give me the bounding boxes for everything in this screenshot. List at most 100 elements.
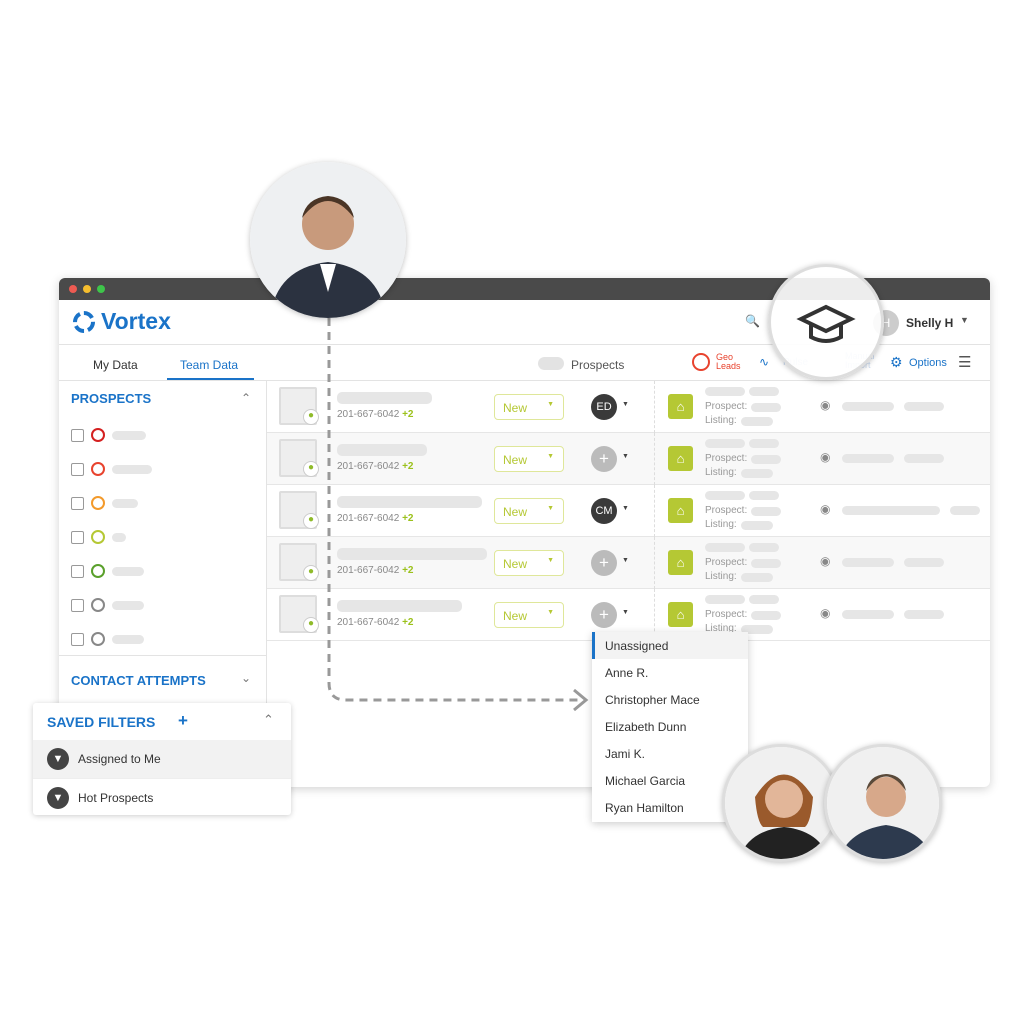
placeholder xyxy=(741,521,773,530)
placeholder xyxy=(741,417,773,426)
label-placeholder xyxy=(112,601,144,610)
saved-filter-label: Hot Prospects xyxy=(78,791,154,805)
training-magnifier[interactable] xyxy=(768,264,884,380)
category-icon xyxy=(91,428,105,442)
graduation-cap-icon xyxy=(796,304,856,343)
placeholder xyxy=(751,559,781,568)
placeholder xyxy=(705,491,745,500)
divider xyxy=(59,655,267,656)
contact-attempts-section-title[interactable]: CONTACT ATTEMPTS xyxy=(71,673,206,688)
placeholder xyxy=(741,469,773,478)
chevron-down-icon[interactable]: ▼ xyxy=(622,453,629,460)
checkbox[interactable] xyxy=(71,565,84,578)
selected-indicator xyxy=(592,632,595,659)
label-placeholder xyxy=(112,431,146,440)
assign-menu-item[interactable]: Unassigned xyxy=(592,632,748,659)
person-icon: ● xyxy=(303,565,319,581)
chevron-up-icon[interactable]: ⌃ xyxy=(241,391,251,405)
category-icon xyxy=(91,462,105,476)
add-filter-button[interactable]: + xyxy=(178,711,188,731)
chevron-down-icon[interactable]: ▼ xyxy=(622,609,629,616)
prospect-filter-item[interactable] xyxy=(71,597,261,615)
home-icon[interactable]: ⌂ xyxy=(668,394,693,419)
chevron-up-icon[interactable]: ⌃ xyxy=(263,712,274,728)
person-icon: ● xyxy=(303,409,319,425)
maximize-dot[interactable] xyxy=(97,285,105,293)
placeholder xyxy=(751,507,781,516)
chevron-down-icon[interactable]: ▼ xyxy=(622,401,629,408)
vortex-logo-icon xyxy=(73,310,95,333)
prospect-filter-item[interactable] xyxy=(71,563,261,581)
person-icon xyxy=(250,162,406,318)
chevron-down-icon[interactable]: ⌄ xyxy=(241,671,251,685)
filter-icon: ▼ xyxy=(47,748,69,770)
address-placeholder xyxy=(904,558,944,567)
chevron-down-icon[interactable]: ▼ xyxy=(622,557,629,564)
label-placeholder xyxy=(112,499,138,508)
filter-icon: ▼ xyxy=(47,787,69,809)
placeholder xyxy=(749,491,779,500)
checkbox[interactable] xyxy=(71,633,84,646)
checkbox[interactable] xyxy=(71,599,84,612)
close-dot[interactable] xyxy=(69,285,77,293)
prospect-label: Prospect: xyxy=(705,401,748,412)
placeholder xyxy=(705,439,745,448)
prospect-filter-item[interactable] xyxy=(71,529,261,547)
saved-filter-item[interactable]: ▼ Assigned to Me xyxy=(33,740,291,778)
label-placeholder xyxy=(112,567,144,576)
placeholder xyxy=(751,455,781,464)
location-pin-icon: ◉ xyxy=(820,554,831,568)
saved-filters-panel: SAVED FILTERS + ⌃ ▼ Assigned to Me ▼ Hot… xyxy=(33,703,291,815)
logo: Vortex xyxy=(71,308,171,335)
tab-my-data[interactable]: My Data xyxy=(93,358,138,372)
column-list-icon[interactable]: ☰ xyxy=(958,353,971,371)
tab-team-data[interactable]: Team Data xyxy=(180,358,238,372)
placeholder xyxy=(749,543,779,552)
checkbox[interactable] xyxy=(71,531,84,544)
agent-photo-woman xyxy=(722,744,840,862)
divider xyxy=(654,381,655,433)
label-placeholder xyxy=(112,635,144,644)
assign-menu-item[interactable]: Anne R. xyxy=(592,659,748,686)
options-button[interactable]: Options xyxy=(909,357,947,369)
saved-filter-item[interactable]: ▼ Hot Prospects xyxy=(33,778,291,816)
assign-menu-item[interactable]: Christopher Mace xyxy=(592,686,748,713)
chevron-down-icon[interactable]: ▼ xyxy=(960,315,969,325)
pulse-icon[interactable]: ∿ xyxy=(759,355,769,369)
prospect-filter-item[interactable] xyxy=(71,461,261,479)
home-icon[interactable]: ⌂ xyxy=(668,446,693,471)
address-placeholder xyxy=(842,454,894,463)
search-icon[interactable]: 🔍 xyxy=(745,314,760,328)
geo-leads-button[interactable]: Geo Leads xyxy=(716,353,750,371)
assign-menu-item[interactable]: Jami K. xyxy=(592,740,748,767)
checkbox[interactable] xyxy=(71,463,84,476)
placeholder xyxy=(751,611,781,620)
dashed-connector xyxy=(327,318,589,712)
person-icon: ● xyxy=(303,461,319,477)
geo-leads-icon[interactable] xyxy=(692,353,710,371)
prospect-filter-item[interactable] xyxy=(71,427,261,445)
home-icon[interactable]: ⌂ xyxy=(668,602,693,627)
address-placeholder xyxy=(842,558,894,567)
placeholder xyxy=(705,387,745,396)
checkbox[interactable] xyxy=(71,429,84,442)
checkbox[interactable] xyxy=(71,497,84,510)
address-placeholder xyxy=(842,506,940,515)
home-icon[interactable]: ⌂ xyxy=(668,550,693,575)
placeholder xyxy=(749,595,779,604)
placeholder xyxy=(705,595,745,604)
user-name[interactable]: Shelly H xyxy=(906,316,953,330)
prospects-section-title[interactable]: PROSPECTS xyxy=(71,391,151,406)
assign-menu-item[interactable]: Elizabeth Dunn xyxy=(592,713,748,740)
prospect-filter-item[interactable] xyxy=(71,495,261,513)
minimize-dot[interactable] xyxy=(83,285,91,293)
agent-photo-man xyxy=(824,744,942,862)
gear-icon[interactable]: ⚙ xyxy=(890,354,903,371)
label-placeholder xyxy=(112,533,126,542)
prospect-filter-item[interactable] xyxy=(71,631,261,649)
home-icon[interactable]: ⌂ xyxy=(668,498,693,523)
chevron-down-icon[interactable]: ▼ xyxy=(622,505,629,512)
placeholder xyxy=(751,403,781,412)
category-icon xyxy=(91,598,105,612)
placeholder xyxy=(749,387,779,396)
